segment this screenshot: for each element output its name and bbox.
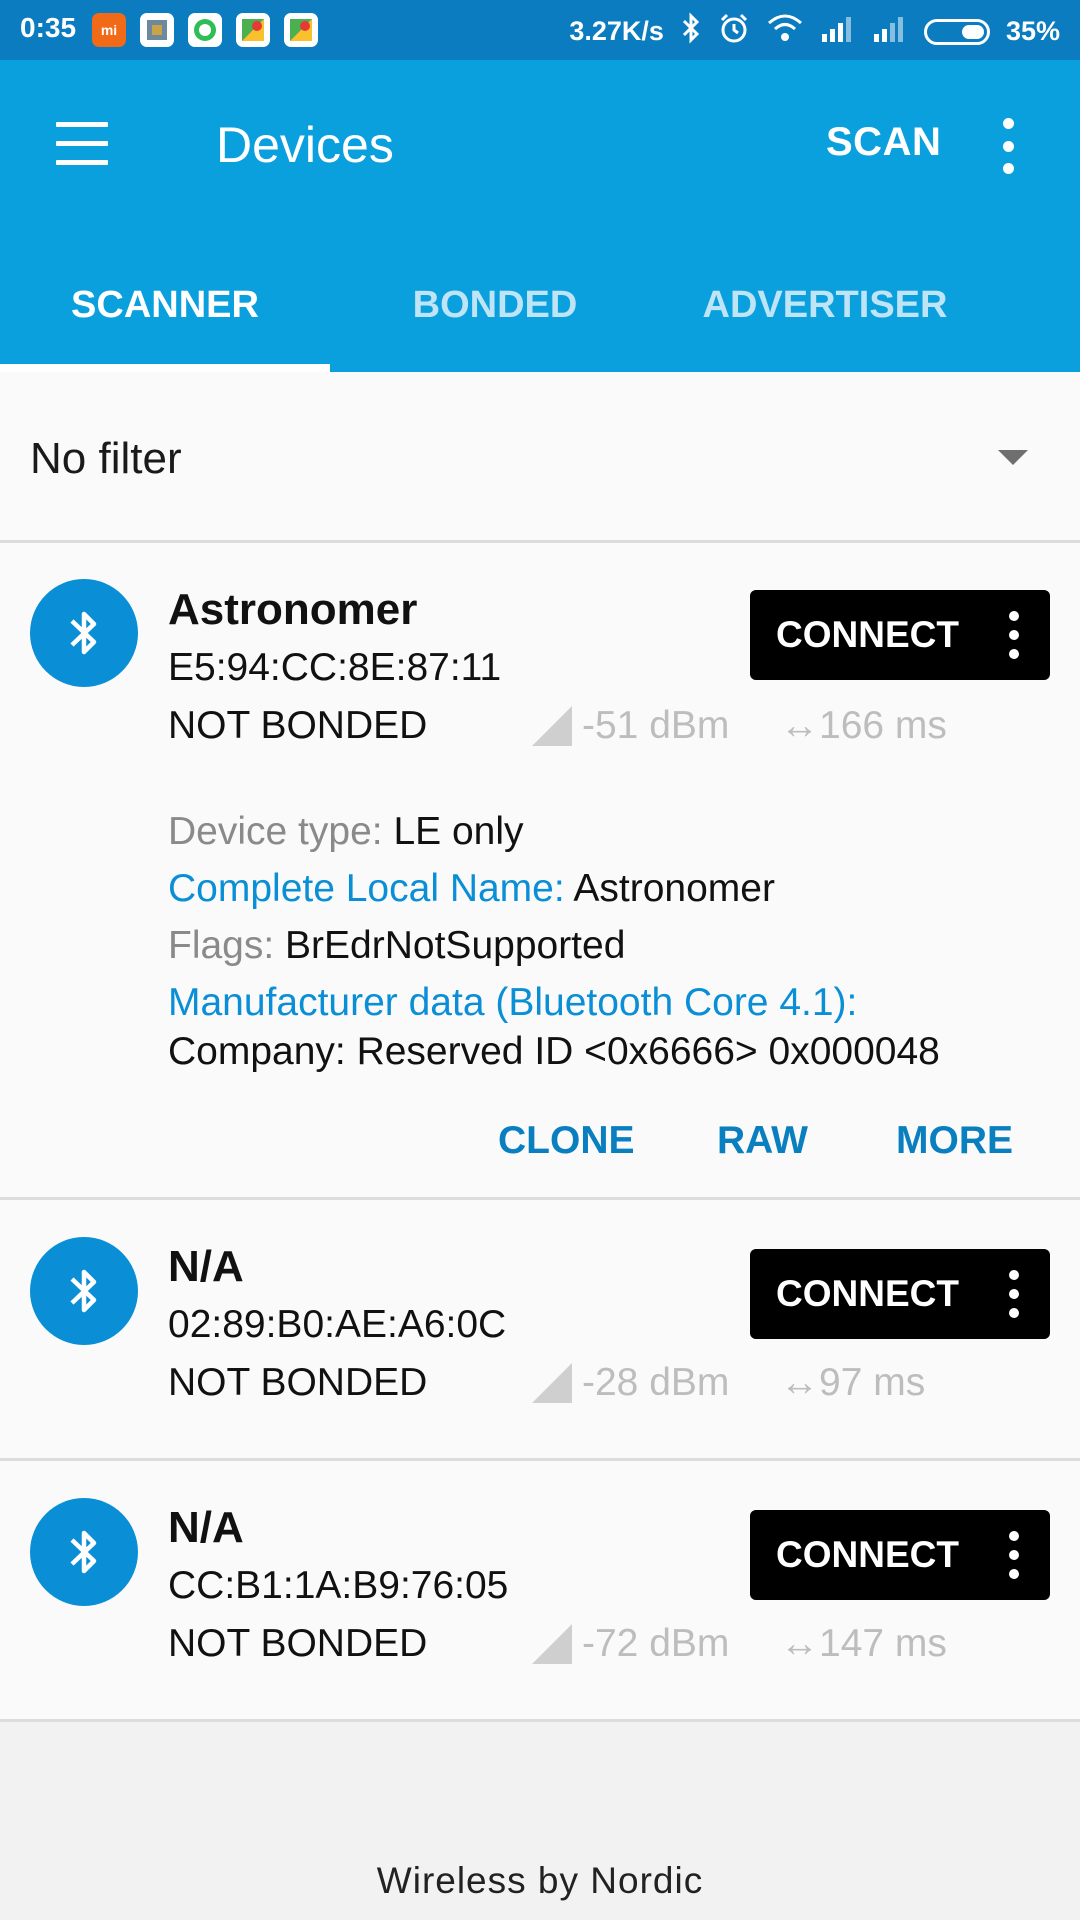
rssi-value: -28 dBm <box>582 1361 730 1404</box>
more-button[interactable]: MORE <box>896 1119 1013 1163</box>
rssi-readout: -51 dBm <box>532 704 729 748</box>
advertising-interval: ↔166 ms <box>780 704 947 747</box>
flags-value: BrEdrNotSupported <box>285 924 626 967</box>
connect-label: CONNECT <box>776 614 959 655</box>
mi-icon: mi <box>92 13 126 47</box>
rssi-readout: -28 dBm <box>532 1361 729 1405</box>
flags-row: Flags: BrEdrNotSupported <box>168 917 940 974</box>
bluetooth-icon <box>30 1237 138 1345</box>
page-title: Devices <box>216 117 394 173</box>
status-time: 0:35 <box>20 12 77 43</box>
signal-icon <box>820 14 856 49</box>
rssi-readout: -72 dBm <box>532 1622 729 1666</box>
tab-bar: SCANNER BONDED ADVERTISER <box>0 250 1080 372</box>
maps-icon <box>236 13 270 47</box>
device-menu-icon[interactable] <box>1004 1531 1024 1579</box>
whatsapp-icon <box>188 13 222 47</box>
manufacturer-label: Manufacturer data (Bluetooth Core 4.1): <box>168 981 858 1024</box>
notification-icons: mi <box>92 13 318 47</box>
connect-button[interactable]: CONNECT <box>750 1249 1050 1339</box>
local-name-row: Complete Local Name: Astronomer <box>168 860 940 917</box>
local-name-label: Complete Local Name: <box>168 867 565 910</box>
advertising-details: Device type: LE only Complete Local Name… <box>168 803 940 1080</box>
device-name: N/A <box>168 1242 244 1291</box>
signal-strength-icon <box>532 1624 572 1664</box>
clone-button[interactable]: CLONE <box>498 1119 635 1163</box>
local-name-value: Astronomer <box>573 867 775 910</box>
dropdown-arrow-icon <box>998 450 1028 465</box>
signal-strength-icon <box>532 1363 572 1403</box>
connect-button[interactable]: CONNECT <box>750 1510 1050 1600</box>
filter-selected: No filter <box>30 434 182 483</box>
connect-label: CONNECT <box>776 1534 959 1575</box>
more-options-icon[interactable] <box>996 118 1020 174</box>
battery-percent: 35% <box>1005 16 1060 46</box>
device-card[interactable]: N/A CC:B1:1A:B9:76:05 NOT BONDED -72 dBm… <box>0 1461 1080 1722</box>
signal-icon <box>872 14 908 49</box>
tab-advertiser[interactable]: ADVERTISER <box>660 284 990 327</box>
bond-state: NOT BONDED <box>168 1361 428 1404</box>
signal-strength-icon <box>532 706 572 746</box>
tab-scanner[interactable]: SCANNER <box>0 284 330 327</box>
connect-button[interactable]: CONNECT <box>750 590 1050 680</box>
filter-dropdown[interactable]: No filter <box>0 372 1080 543</box>
status-bar: 0:35 mi 3.27K/s 35% <box>0 0 1080 60</box>
flags-label: Flags: <box>168 924 275 967</box>
raw-button[interactable]: RAW <box>717 1119 808 1163</box>
device-card[interactable]: N/A 02:89:B0:AE:A6:0C NOT BONDED -28 dBm… <box>0 1200 1080 1461</box>
device-type-value: LE only <box>393 810 524 853</box>
alarm-icon <box>718 12 750 51</box>
connect-label: CONNECT <box>776 1273 959 1314</box>
photo-app-icon <box>140 13 174 47</box>
device-type-row: Device type: LE only <box>168 803 940 860</box>
device-address: 02:89:B0:AE:A6:0C <box>168 1303 507 1346</box>
active-tab-indicator <box>0 364 330 372</box>
bluetooth-icon <box>30 579 138 687</box>
device-address: E5:94:CC:8E:87:11 <box>168 646 502 689</box>
device-menu-icon[interactable] <box>1004 611 1024 659</box>
advertising-interval: ↔147 ms <box>780 1622 947 1665</box>
bond-state: NOT BONDED <box>168 1622 428 1665</box>
maps-icon <box>284 13 318 47</box>
menu-icon[interactable] <box>52 122 112 168</box>
scan-button[interactable]: SCAN <box>826 120 941 165</box>
footer-brand: Wireless by Nordic <box>376 1860 704 1901</box>
bluetooth-icon <box>30 1498 138 1606</box>
net-speed: 3.27K/s <box>569 16 664 46</box>
bluetooth-status-icon <box>680 12 702 51</box>
device-name: Astronomer <box>168 585 418 634</box>
device-name: N/A <box>168 1503 244 1552</box>
bond-state: NOT BONDED <box>168 704 428 747</box>
battery-icon <box>923 18 990 45</box>
rssi-value: -51 dBm <box>582 704 730 747</box>
device-menu-icon[interactable] <box>1004 1270 1024 1318</box>
advertising-interval: ↔97 ms <box>780 1361 926 1404</box>
wifi-icon <box>766 13 804 50</box>
device-type-label: Device type: <box>168 810 383 853</box>
manufacturer-data-value: Company: Reserved ID <0x6666> 0x000048 <box>168 1030 940 1073</box>
device-card[interactable]: Astronomer E5:94:CC:8E:87:11 NOT BONDED … <box>0 543 1080 1200</box>
status-right: 3.27K/s 35% <box>569 12 1060 51</box>
device-address: CC:B1:1A:B9:76:05 <box>168 1564 509 1607</box>
rssi-value: -72 dBm <box>582 1622 730 1665</box>
app-bar: Devices SCAN SCANNER BONDED ADVERTISER <box>0 60 1080 372</box>
tab-bonded[interactable]: BONDED <box>330 284 660 327</box>
